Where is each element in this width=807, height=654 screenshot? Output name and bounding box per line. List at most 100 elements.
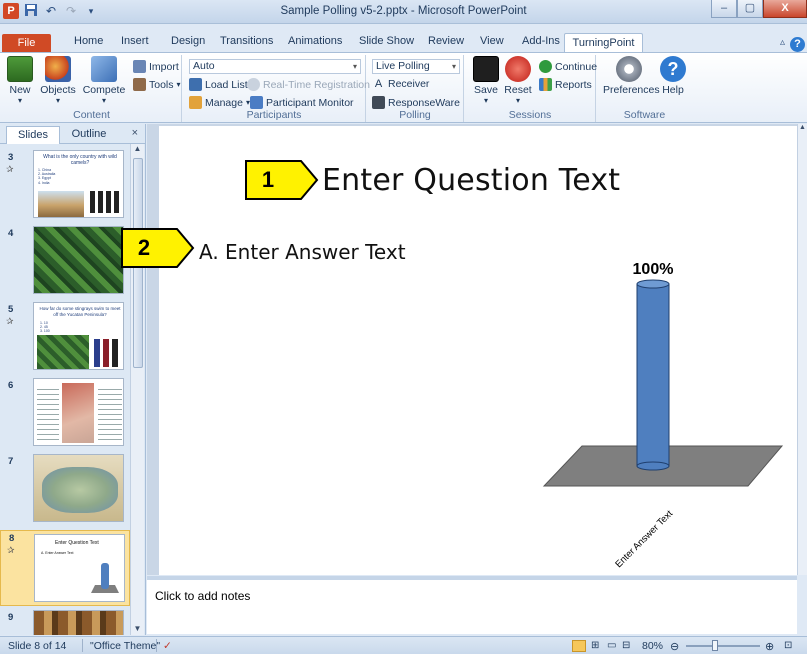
tab-home[interactable]: Home <box>74 35 103 47</box>
group-participants: Auto Load List Real-Time Registration Ma… <box>183 55 370 122</box>
slide-show-icon[interactable]: ⊟ <box>622 640 630 651</box>
spell-check-icon[interactable]: ✓ <box>163 640 172 652</box>
thumbnail-number: 9 <box>8 612 14 623</box>
manage-button[interactable]: Manage ▾ <box>189 96 250 109</box>
tab-add-ins[interactable]: Add-Ins <box>522 35 560 47</box>
participant-monitor-button[interactable]: Participant Monitor <box>250 96 354 109</box>
zoom-level[interactable]: 80% <box>642 640 663 652</box>
new-label: New <box>9 84 31 96</box>
tab-transitions[interactable]: Transitions <box>220 35 273 47</box>
responseware-button[interactable]: ResponseWare <box>372 96 460 109</box>
compete-label: Compete <box>82 84 126 96</box>
thumbnail-slide-7[interactable]: 7 <box>0 454 130 526</box>
receiver-button[interactable]: A Receiver <box>372 78 430 90</box>
window-controls: – ▢ X <box>711 0 807 18</box>
tab-animations[interactable]: Animations <box>288 35 342 47</box>
tab-outline[interactable]: Outline <box>64 126 114 144</box>
slides-pane: Slides Outline × 3 ✰ What is the only co… <box>0 124 146 635</box>
thumbnail-items: 1. China 2. Australia 3. Egypt 4. India <box>38 168 55 185</box>
realtime-registration-label: Real-Time Registration <box>263 78 370 91</box>
thumbnail-slide-3[interactable]: 3 ✰ What is the only country with wild c… <box>0 150 130 222</box>
new-button[interactable]: New ▾ <box>6 56 34 105</box>
tab-insert[interactable]: Insert <box>121 35 149 47</box>
response-chart[interactable]: 100% Enter Answer Text <box>530 250 800 570</box>
tab-turningpoint[interactable]: TurningPoint <box>564 33 643 53</box>
thumbnail-item: A. Enter Answer Text <box>41 551 74 555</box>
chart-bar <box>636 279 670 471</box>
objects-icon <box>45 56 71 82</box>
zoom-slider-thumb[interactable] <box>712 640 718 651</box>
zoom-in-icon[interactable]: ⊕ <box>765 640 774 653</box>
objects-button[interactable]: Objects ▾ <box>38 56 78 105</box>
tab-slides[interactable]: Slides <box>6 126 60 144</box>
thumbnail-number: 8 <box>9 533 15 544</box>
thumbnail-slide-6[interactable]: 6 <box>0 378 130 450</box>
animation-star-icon: ✰ <box>6 316 14 326</box>
slide-sorter-icon[interactable]: ⊞ <box>591 640 599 651</box>
tab-design[interactable]: Design <box>171 35 205 47</box>
thumbnail-slide-4[interactable]: 4 <box>0 226 130 298</box>
thumbnail-slide-8[interactable]: 8 ✰ Enter Question Text A. Enter Answer … <box>0 530 130 606</box>
save-session-button[interactable]: Save ▾ <box>471 56 501 105</box>
preferences-label: Preferences <box>603 84 660 96</box>
thumbnails-scrollbar[interactable]: ▲ ▼ <box>130 144 144 635</box>
minimize-ribbon-icon[interactable]: ▵ <box>780 37 785 48</box>
tab-file[interactable]: File <box>2 34 51 52</box>
reports-icon <box>539 78 552 91</box>
tab-slide-show[interactable]: Slide Show <box>359 35 414 47</box>
slide-indicator: Slide 8 of 14 <box>8 640 67 652</box>
close-button[interactable]: X <box>763 0 807 18</box>
answer-text[interactable]: A. Enter Answer Text <box>199 240 406 264</box>
responseware-icon <box>372 96 385 109</box>
thumbnail-image: What is the only country with wild camel… <box>33 150 124 218</box>
participant-list-dropdown[interactable]: Auto <box>189 59 361 74</box>
compete-icon <box>91 56 117 82</box>
maximize-button[interactable]: ▢ <box>737 0 763 18</box>
help-label: Help <box>662 84 684 96</box>
gear-icon <box>616 56 642 82</box>
chart-bars <box>636 279 670 471</box>
reports-label: Reports <box>555 78 592 91</box>
anatomy-labels-right <box>98 385 122 441</box>
receiver-icon: A <box>374 78 383 90</box>
close-pane-icon[interactable]: × <box>132 127 138 139</box>
zoom-out-icon[interactable]: ⊖ <box>670 640 679 653</box>
callout-number: 2 <box>137 235 151 260</box>
tab-review[interactable]: Review <box>428 35 464 47</box>
editor-scroll-up-icon[interactable]: ▲ <box>798 124 807 131</box>
slide-thumbnails: 3 ✰ What is the only country with wild c… <box>0 144 130 635</box>
theme-name[interactable]: "Office Theme" <box>90 640 160 652</box>
load-list-button[interactable]: Load List <box>189 78 248 91</box>
objects-label: Objects <box>40 84 76 96</box>
polling-mode-dropdown[interactable]: Live Polling <box>372 59 460 74</box>
notes-pane[interactable]: Click to add notes <box>147 576 797 634</box>
realtime-registration-icon <box>247 78 260 91</box>
animation-star-icon: ✰ <box>6 164 14 174</box>
compete-button[interactable]: Compete ▾ <box>82 56 126 105</box>
reset-button[interactable]: Reset ▾ <box>503 56 533 105</box>
question-text[interactable]: Enter Question Text <box>322 163 620 198</box>
tab-view[interactable]: View <box>480 35 504 47</box>
window-title: Sample Polling v5-2.pptx - Microsoft Pow… <box>280 5 527 17</box>
import-button[interactable]: Import <box>133 60 179 73</box>
normal-view-icon[interactable] <box>572 640 586 652</box>
reading-view-icon[interactable]: ▭ <box>607 640 616 651</box>
status-separator <box>82 639 83 652</box>
scroll-down-icon[interactable]: ▼ <box>131 624 144 633</box>
realtime-registration-button[interactable]: Real-Time Registration <box>247 78 370 91</box>
continue-button[interactable]: Continue <box>539 60 597 73</box>
zoom-slider-track[interactable] <box>686 645 760 647</box>
preferences-button[interactable]: Preferences <box>603 56 660 96</box>
minimize-button[interactable]: – <box>711 0 737 18</box>
tools-button[interactable]: Tools ▾ <box>133 78 181 91</box>
thumbnail-slide-5[interactable]: 5 ✰ How far do some stingrays swim to me… <box>0 302 130 374</box>
thumbnail-slide-9[interactable]: 9 <box>0 610 130 635</box>
thumbnail-number: 5 <box>8 304 14 315</box>
thumbnail-number: 3 <box>8 152 14 163</box>
help-icon[interactable]: ? <box>790 37 805 52</box>
scroll-up-icon[interactable]: ▲ <box>131 144 144 153</box>
fit-to-window-icon[interactable]: ⊡ <box>784 640 792 651</box>
reports-button[interactable]: Reports <box>539 78 592 91</box>
software-help-button[interactable]: ? Help <box>659 56 687 96</box>
import-icon <box>133 60 146 73</box>
